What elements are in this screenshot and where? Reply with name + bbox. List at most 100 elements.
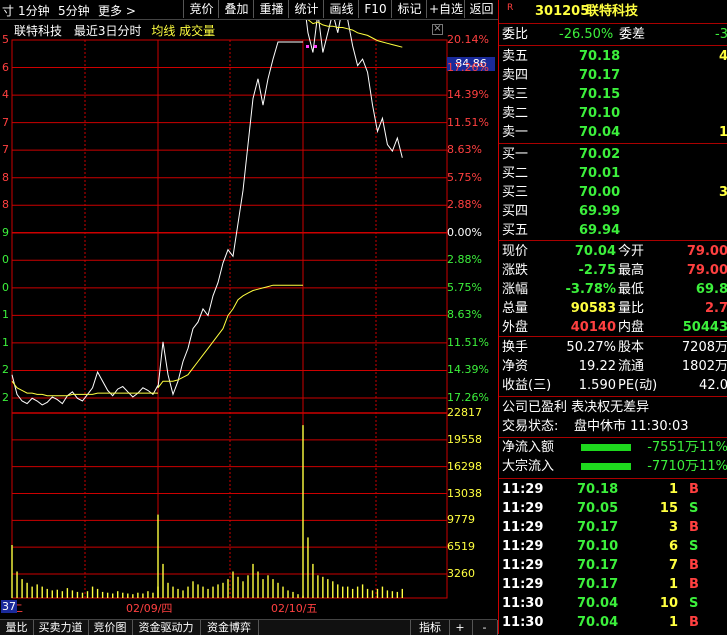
sell-level-label: 卖三 [502,87,529,102]
stat-value: 40140 [570,320,616,335]
quote-stat-row: 换手 50.27% 股本 7208万 [499,338,727,357]
stat-label: 量比 [618,301,645,316]
tick-row: 11:29 70.10 6 S [499,537,727,556]
tick-time: 11:29 [502,520,544,535]
sell-level-label: 卖四 [502,68,529,83]
stat-label: 总量 [502,301,529,316]
stat-value: 19.22 [578,359,616,374]
auction-button[interactable]: 竞价 [183,0,219,18]
indicator-button[interactable]: 指标 [410,620,450,635]
quote-stat-row: 收益(三) 1.590 PE(动) 42.0 [499,376,727,395]
tick-price: 70.10 [577,539,619,554]
price-line [305,20,403,158]
add-favorite-button[interactable]: +自选 [426,0,465,18]
tab-fund-drive[interactable]: 资金驱动力 [132,620,201,635]
price-axis-left-label: 4 [2,88,9,102]
quote-panel: R 301205 联特科技 委比 -26.50% 委差 -3 卖五 70.18 4 卖… [498,0,727,634]
buy-level-row[interactable]: 买四 69.99 [499,202,727,221]
buy-level-price: 69.99 [579,204,621,219]
back-button[interactable]: 返回 [464,0,498,18]
price-axis-left-label: 2 [2,363,9,377]
tick-volume: 7 [668,558,678,573]
sell-level-row[interactable]: 卖三 70.15 [499,85,727,104]
stat-label: PE(动) [618,378,658,393]
tick-volume: 1 [668,482,678,497]
quote-stat-row: 现价 70.04 今开 79.00 [499,242,727,261]
tab-5min[interactable]: 5分钟 [58,2,90,19]
bottom-tab-bar: 量比 买卖力道 竞价图 资金驱动力 资金博弈 指标 + - [0,619,498,635]
tab-auction-chart[interactable]: 竞价图 [88,620,133,635]
buy-level-volume: 3 [718,185,727,200]
stat-value: 7208万 [681,340,727,355]
intraday-chart[interactable]: 联特科技 最近3日分时 均线 成交量 × 84.86 20.14% 17.26% 1… [0,20,497,618]
flow-label: 净流入额 [502,440,555,455]
tick-side: S [689,539,699,554]
price-axis-label: 11.51% [447,115,489,129]
volume-axis-label: 19558 [447,432,482,446]
buy-level-label: 买一 [502,147,529,162]
price-axis-left-label: 5 [2,33,9,46]
tick-row: 11:29 70.17 7 B [499,556,727,575]
stat-value: 79.00 [686,263,727,278]
sell-level-label: 卖二 [502,106,529,121]
price-axis-label: 5.75% [447,170,482,184]
tick-volume: 10 [659,596,678,611]
sell-level-row[interactable]: 卖四 70.17 [499,66,727,85]
stat-value: 50.27% [566,340,616,355]
buy-level-row[interactable]: 买二 70.01 [499,164,727,183]
tick-side: B [689,558,699,573]
stat-value: 42.0 [699,378,727,393]
weicha-label: 委差 [619,27,646,42]
buy-level-label: 买四 [502,204,529,219]
f10-button[interactable]: F10 [358,0,392,18]
stat-label: 收益(三) [502,378,552,393]
zoom-in-button[interactable]: + [448,620,473,635]
tick-side: B [689,520,699,535]
fund-flow-row: 净流入额 -7551万 -11% [499,438,727,457]
weibi-value: -26.50% [559,27,614,42]
sell-level-price: 70.18 [579,49,621,64]
sell-level-price: 70.04 [579,125,621,140]
price-axis-label: 14.39% [447,88,489,102]
price-axis-label: 8.63% [447,143,482,157]
volume-axis-label: 13038 [447,486,482,500]
zoom-out-button[interactable]: - [472,620,498,635]
tab-buy-sell-force[interactable]: 买卖力道 [33,620,89,635]
tick-side: S [689,596,699,611]
quote-stat-row: 涨跌 -2.75 最高 79.00 [499,261,727,280]
tab-fund-game[interactable]: 资金博弈 [200,620,259,635]
stat-value: -2.75 [578,263,616,278]
tab-volume-ratio[interactable]: 量比 [0,620,34,635]
tab-more[interactable]: 更多 > [98,2,136,19]
tab-1min[interactable]: 1分钟 [18,2,50,19]
sell-level-row[interactable]: 卖二 70.10 [499,104,727,123]
sell-level-row[interactable]: 卖五 70.18 4 [499,47,727,66]
r-marker-icon: R [507,3,514,13]
weibi-row: 委比 -26.50% 委差 -3 [499,25,727,44]
volume-axis-label: 9779 [447,513,475,527]
flow-value: -7710万 [647,459,698,474]
flow-bar [581,463,631,470]
sell-level-price: 70.10 [579,106,621,121]
stock-name: 联特科技 [586,4,639,19]
tick-row: 11:29 70.17 1 B [499,575,727,594]
buy-level-row[interactable]: 买一 70.02 [499,145,727,164]
sell-level-row[interactable]: 卖一 70.04 1 [499,123,727,142]
replay-button[interactable]: 重播 [253,0,289,18]
overlay-button[interactable]: 叠加 [218,0,254,18]
menu-icon[interactable]: 寸 [2,2,14,19]
buy-level-row[interactable]: 买三 70.00 3 [499,183,727,202]
draw-line-button[interactable]: 画线 [323,0,359,18]
price-axis-label: 8.63% [447,308,482,322]
mark-button[interactable]: 标记 [391,0,427,18]
stats-button[interactable]: 统计 [288,0,324,18]
stat-value: -3.78% [565,282,617,297]
weibi-label: 委比 [502,27,529,42]
stock-code: 301205 [535,4,590,19]
buy-level-row[interactable]: 买五 69.94 [499,221,727,240]
volume-axis-label: 16298 [447,459,482,473]
stat-label: 内盘 [618,320,645,335]
tick-side: B [689,615,699,630]
buy-level-price: 69.94 [579,223,621,238]
sell-level-volume: 4 [718,49,727,64]
